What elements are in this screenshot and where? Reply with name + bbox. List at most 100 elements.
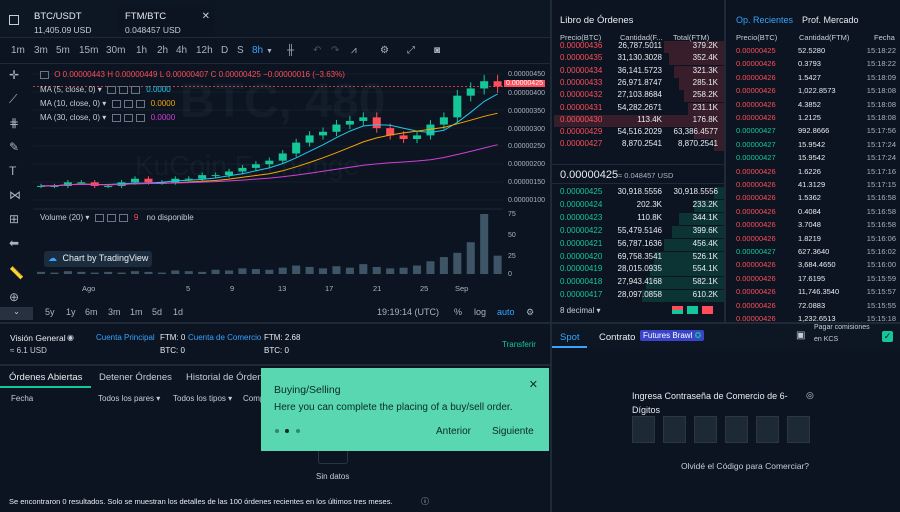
range-option[interactable]: 5d: [152, 307, 162, 317]
timeframe-option[interactable]: 1h: [136, 45, 147, 56]
step-dot-active[interactable]: [285, 429, 289, 433]
text-tool-icon[interactable]: T: [9, 164, 16, 178]
range-option[interactable]: 5y: [45, 307, 55, 317]
ask-row[interactable]: 0.00000433 26,971.8747 285.1K: [553, 77, 724, 90]
forgot-code-link[interactable]: Olvidé el Código para Comerciar?: [681, 461, 809, 471]
timeframe-option[interactable]: 3m: [34, 45, 48, 56]
timeframe-option[interactable]: 30m: [106, 45, 125, 56]
camera-icon[interactable]: ◙: [434, 45, 440, 56]
ma-legend-3[interactable]: MA (30, close, 0) ▾ 0.0000: [40, 113, 175, 122]
next-button[interactable]: Siguiente: [492, 426, 534, 437]
auto-toggle[interactable]: auto: [497, 307, 515, 317]
futures-brawl-badge[interactable]: Futures Brawl ✪: [640, 330, 705, 341]
info-icon[interactable]: ⓘ: [421, 496, 429, 507]
timeframe-option[interactable]: 1m: [11, 45, 25, 56]
bid-row[interactable]: 0.00000422 55,479.5146 399.6K: [553, 225, 724, 238]
tab-stop-orders[interactable]: Detener Órdenes: [99, 372, 172, 383]
ask-row[interactable]: 0.00000429 54,516.2029 63,386.4577: [553, 127, 724, 140]
symbol-toggle[interactable]: [40, 70, 49, 79]
indicators-icon[interactable]: ⩘: [351, 45, 357, 56]
pin-digit-1[interactable]: [632, 416, 655, 443]
fib-icon[interactable]: ⋕: [9, 116, 19, 130]
gear-icon[interactable]: ⚙: [526, 307, 534, 318]
transfer-button[interactable]: Transferir: [502, 340, 536, 349]
book-view-asks[interactable]: [702, 306, 713, 314]
ask-row[interactable]: 0.00000432 27,103.8684 258.2K: [553, 90, 724, 103]
tab-order-history[interactable]: Historial de Órdenes: [186, 372, 273, 383]
ask-row[interactable]: 0.00000427 8,870.2541 8,870.2541: [553, 139, 724, 152]
bid-row[interactable]: 0.00000425 30,918.5556 30,918.5556: [553, 187, 724, 199]
ma-legend-1[interactable]: MA (5, close, 0) ▾ 0.0000: [40, 85, 171, 94]
candle-type-icon[interactable]: ╫: [287, 45, 294, 56]
bid-row[interactable]: 0.00000417 28,097.0858 610.2K: [553, 290, 724, 303]
pairs-filter[interactable]: Todos los pares ▾: [98, 394, 160, 403]
bid-row[interactable]: 0.00000418 27,943.4168 582.1K: [553, 277, 724, 290]
zoom-icon[interactable]: ⊕: [9, 290, 19, 304]
arrow-left-icon[interactable]: ⬅: [9, 236, 19, 250]
redo-icon[interactable]: ↷: [331, 45, 339, 56]
gear-icon[interactable]: ⚙: [380, 45, 389, 56]
pin-digit-3[interactable]: [694, 416, 717, 443]
fullscreen-icon[interactable]: ⤢: [407, 45, 415, 56]
timeframe-option[interactable]: 12h: [196, 45, 213, 56]
pin-digit-4[interactable]: [725, 416, 748, 443]
step-dot[interactable]: [296, 429, 300, 433]
close-icon[interactable]: ✕: [529, 378, 538, 391]
pin-digit-2[interactable]: [663, 416, 686, 443]
timeframe-option-selected[interactable]: 8h: [252, 45, 263, 56]
timeframe-option[interactable]: 4h: [176, 45, 187, 56]
types-filter[interactable]: Todos los tipos ▾: [173, 394, 232, 403]
undo-icon[interactable]: ↶: [313, 45, 321, 56]
crosshair-icon[interactable]: ✛: [9, 68, 19, 82]
tab-ftm-btc[interactable]: FTM/BTC 0.048457 USD ✕: [119, 7, 215, 37]
volume-legend[interactable]: Volume (20) ▾ 9 no disponible: [40, 213, 194, 222]
tradingview-badge[interactable]: ☁ Chart by TradingView: [44, 251, 153, 267]
timeframe-option[interactable]: S: [237, 45, 244, 56]
pattern-icon[interactable]: ⋈: [9, 188, 21, 202]
bid-row[interactable]: 0.00000421 56,787.1636 456.4K: [553, 238, 724, 251]
trade-account-link[interactable]: Cuenta de Comercio: [188, 333, 261, 342]
trend-line-icon[interactable]: ⟋: [9, 92, 17, 107]
chevron-down-icon[interactable]: ▼: [266, 48, 273, 55]
step-dot[interactable]: [275, 429, 279, 433]
ask-row[interactable]: 0.00000434 36,141.5723 321.3K: [553, 65, 724, 78]
bid-row[interactable]: 0.00000420 69,758.3541 526.1K: [553, 251, 724, 264]
ask-row[interactable]: 0.00000431 54,282.2671 231.1K: [553, 102, 724, 115]
bid-row[interactable]: 0.00000419 28,015.0935 554.1K: [553, 264, 724, 277]
eye-icon[interactable]: ◉: [67, 333, 74, 342]
ask-row[interactable]: 0.00000430 113.4K 176.8K: [553, 114, 724, 127]
eye-off-icon[interactable]: ◎: [806, 390, 814, 401]
tab-market-depth[interactable]: Prof. Mercado: [802, 15, 859, 25]
decimal-select[interactable]: 8 decimal ▾: [560, 306, 601, 315]
ask-row[interactable]: 0.00000436 26,787.5011 379.2K: [553, 41, 724, 53]
timeframe-option[interactable]: 2h: [157, 45, 168, 56]
bid-row[interactable]: 0.00000424 202.3K 233.2K: [553, 199, 724, 212]
range-option[interactable]: 3m: [108, 307, 121, 317]
ruler-icon[interactable]: 📏: [9, 266, 24, 280]
measure-icon[interactable]: ⊞: [9, 212, 19, 226]
timeframe-option[interactable]: D: [221, 45, 228, 56]
layout-icon[interactable]: [9, 15, 19, 25]
pin-digit-5[interactable]: [756, 416, 779, 443]
pin-digit-6[interactable]: [787, 416, 810, 443]
range-option[interactable]: 1d: [173, 307, 183, 317]
tab-spot[interactable]: Spot: [560, 332, 580, 343]
log-toggle[interactable]: log: [474, 307, 486, 317]
range-option[interactable]: 1m: [130, 307, 143, 317]
book-view-bids[interactable]: [687, 306, 698, 314]
ma-legend-2[interactable]: MA (10, close, 0) ▾ 0.0000: [40, 99, 175, 108]
bid-row[interactable]: 0.00000423 110.8K 344.1K: [553, 212, 724, 225]
toolbar-collapse[interactable]: ⌄: [0, 307, 33, 320]
previous-button[interactable]: Anterior: [436, 426, 471, 437]
tab-recent-trades[interactable]: Op. Recientes: [736, 15, 793, 25]
fee-checkbox[interactable]: ✓: [882, 331, 893, 342]
main-account-link[interactable]: Cuenta Principal: [96, 333, 155, 342]
tab-open-orders[interactable]: Órdenes Abiertas: [9, 372, 82, 383]
book-view-both[interactable]: [672, 306, 683, 314]
tab-btc-usdt[interactable]: BTC/USDT 11,405.09 USD: [28, 7, 98, 37]
range-option[interactable]: 6m: [85, 307, 98, 317]
percent-toggle[interactable]: %: [454, 307, 462, 317]
brush-icon[interactable]: ✎: [9, 140, 19, 154]
tab-contract[interactable]: Contrato: [599, 332, 635, 343]
ask-row[interactable]: 0.00000435 31,130.3028 352.4K: [553, 53, 724, 66]
